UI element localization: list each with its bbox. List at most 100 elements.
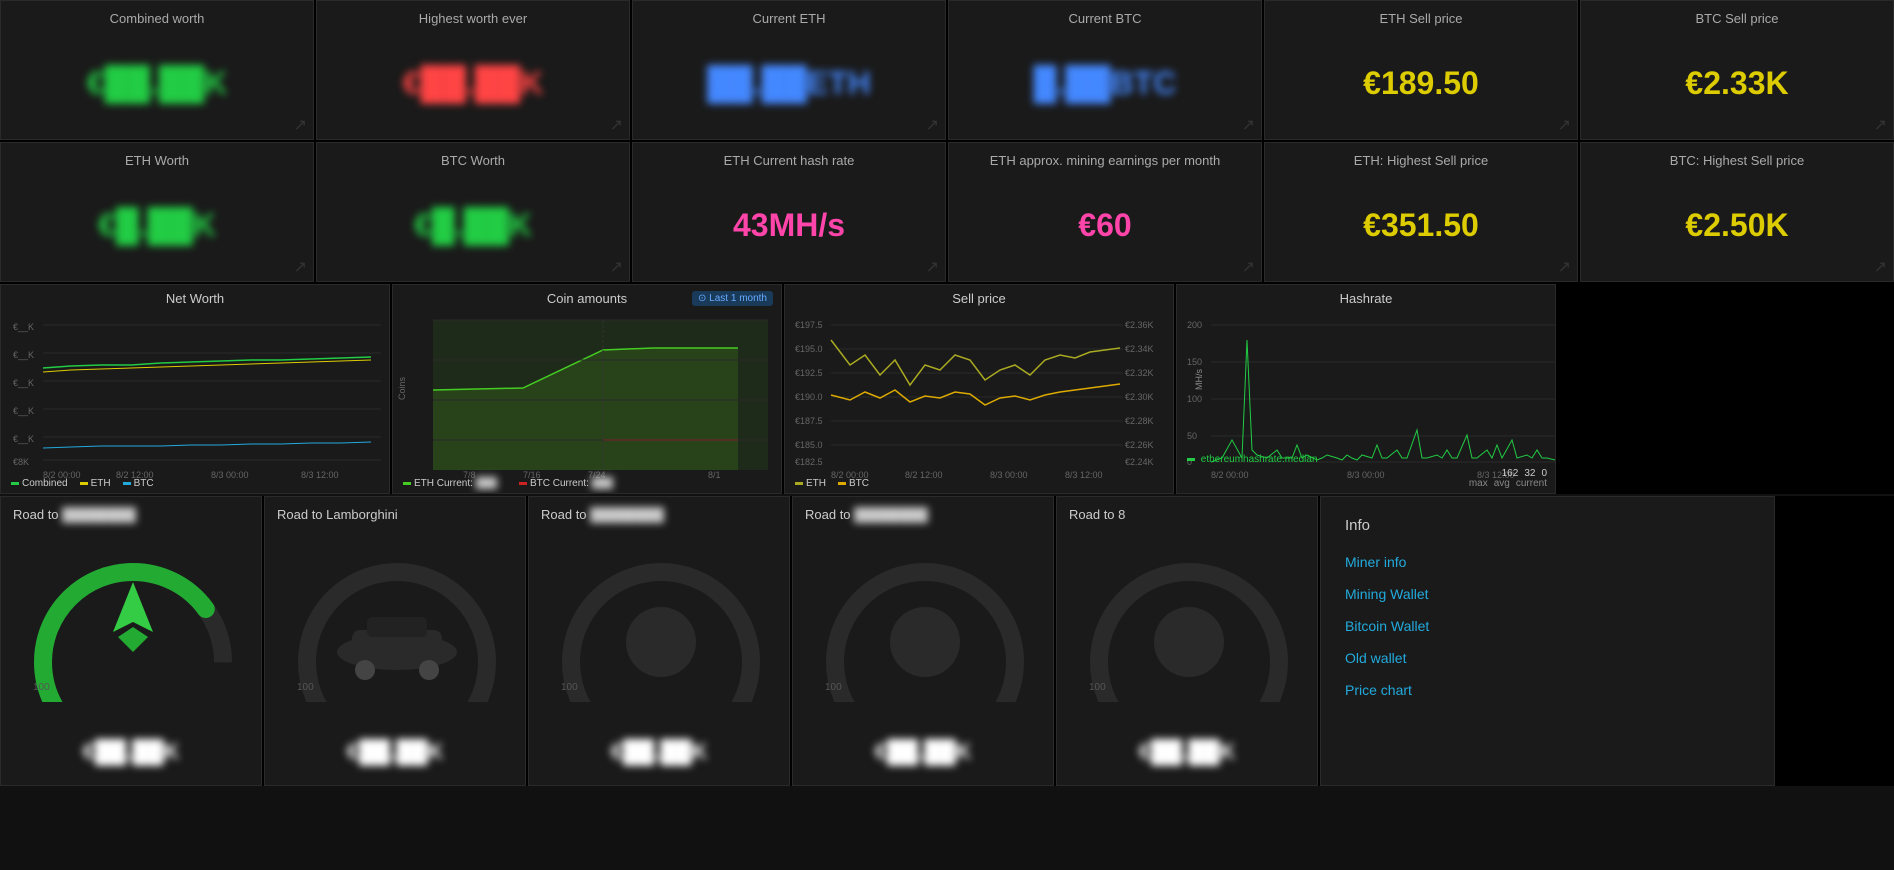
road-card-5: Road to 8 100 €██.██K: [1056, 496, 1318, 786]
svg-text:€__K: €__K: [13, 350, 34, 360]
svg-text:€185.0: €185.0: [795, 440, 823, 450]
corner-arrow: ↗: [1558, 115, 1571, 135]
road-card-4-value: €██.██K: [875, 739, 972, 765]
svg-text:€2.28K: €2.28K: [1125, 416, 1154, 426]
svg-text:€2.34K: €2.34K: [1125, 344, 1154, 354]
coin-amounts-chart: Coin amounts ⊙ Last 1 month Coins 7/8 7/…: [392, 284, 782, 494]
svg-text:8/2 12:00: 8/2 12:00: [905, 470, 943, 480]
highest-worth-title: Highest worth ever: [333, 11, 613, 26]
combined-worth-value: €██.██K: [17, 36, 297, 131]
sell-price-title: Sell price: [795, 291, 1163, 306]
eth-hashrate: ETH Current hash rate43MH/s↗: [632, 142, 946, 282]
eth-hashrate-value: 43MH/s: [649, 178, 929, 273]
eth-worth-title: ETH Worth: [17, 153, 297, 168]
mining-wallet-link[interactable]: Mining Wallet: [1345, 586, 1750, 602]
svg-text:€187.5: €187.5: [795, 416, 823, 426]
corner-arrow: ↗: [1558, 257, 1571, 277]
svg-text:8/3 00:00: 8/3 00:00: [1347, 470, 1385, 480]
net-worth-legend: Combined ETH BTC: [11, 478, 154, 489]
road-card-3-gauge: 100: [541, 542, 777, 702]
svg-text:8/3 12:00: 8/3 12:00: [301, 470, 339, 480]
eth-mining-title: ETH approx. mining earnings per month: [965, 153, 1245, 168]
hashrate-stat-max-val: 162: [1502, 468, 1519, 479]
stats-row2: ETH Worth€█.██K↗BTC Worth€█.██K↗ETH Curr…: [0, 142, 1894, 284]
eth-sell-price: ETH Sell price€189.50↗: [1264, 0, 1578, 140]
bottom-row: Road to ████████ 100 €██.██K Road to Lam…: [0, 496, 1894, 786]
svg-text:8/3 00:00: 8/3 00:00: [990, 470, 1028, 480]
svg-text:100: 100: [297, 682, 314, 693]
sell-price-chart: Sell price €197.5 €195.0 €192.5 €190.0 €…: [784, 284, 1174, 494]
corner-arrow: ↗: [294, 257, 307, 277]
eth-hashrate-title: ETH Current hash rate: [649, 153, 929, 168]
svg-text:€__K: €__K: [13, 378, 34, 388]
btc-sell-price-value: €2.33K: [1597, 36, 1877, 131]
svg-text:€2.26K: €2.26K: [1125, 440, 1154, 450]
road-card-5-title: Road to 8: [1069, 507, 1305, 522]
svg-text:€2.36K: €2.36K: [1125, 320, 1154, 330]
btc-worth-value: €█.██K: [333, 178, 613, 273]
svg-text:€__K: €__K: [13, 406, 34, 416]
svg-text:€197.5: €197.5: [795, 320, 823, 330]
current-btc-title: Current BTC: [965, 11, 1245, 26]
road-card-4: Road to ████████ 100 €██.██K: [792, 496, 1054, 786]
road-card-3: Road to ████████ 100 €██.██K: [528, 496, 790, 786]
highest-worth-value: €██.██K: [333, 36, 613, 131]
svg-text:€__K: €__K: [13, 322, 34, 332]
svg-text:€192.5: €192.5: [795, 368, 823, 378]
hashrate-stat-avg-val: 32: [1524, 468, 1535, 479]
svg-text:100: 100: [33, 682, 50, 693]
svg-text:100: 100: [561, 682, 578, 693]
svg-text:8/3 12:00: 8/3 12:00: [1065, 470, 1103, 480]
svg-text:MH/s: MH/s: [1194, 369, 1204, 390]
svg-text:€182.5: €182.5: [795, 457, 823, 467]
current-btc: Current BTC █.██BTC↗: [948, 0, 1262, 140]
svg-text:50: 50: [1187, 431, 1197, 441]
hashrate-stat-current-val: 0: [1541, 468, 1547, 479]
svg-text:€8K: €8K: [13, 457, 29, 467]
miner-info-link[interactable]: Miner info: [1345, 554, 1750, 570]
current-btc-value: █.██BTC: [965, 36, 1245, 131]
current-eth-title: Current ETH: [649, 11, 929, 26]
current-eth-value: ██.██ETH: [649, 36, 929, 131]
charts-row: Net Worth €__K €__K €__K €__K €__K €8K 8…: [0, 284, 1894, 494]
hashrate-stat-current-label: current: [1516, 478, 1547, 489]
btc-highest-sell: BTC: Highest Sell price €2.50K↗: [1580, 142, 1894, 282]
svg-text:100: 100: [1187, 394, 1202, 404]
eth-highest-sell-title: ETH: Highest Sell price: [1281, 153, 1561, 168]
coin-amounts-badge: ⊙ Last 1 month: [692, 291, 773, 306]
svg-text:200: 200: [1187, 320, 1202, 330]
eth-mining-value: €60: [965, 178, 1245, 273]
sell-price-legend: ETH BTC: [795, 478, 869, 489]
price-chart-link[interactable]: Price chart: [1345, 682, 1750, 698]
road-card-1-value: €██.██K: [83, 739, 180, 765]
road-card-2-title: Road to Lamborghini: [277, 507, 513, 522]
corner-arrow: ↗: [926, 115, 939, 135]
road-card-3-title: Road to ████████: [541, 507, 777, 522]
hashrate-chart: Hashrate 200 150 100 50 0 MH/s 8/2 00:00…: [1176, 284, 1556, 494]
svg-text:€190.0: €190.0: [795, 392, 823, 402]
btc-highest-sell-title: BTC: Highest Sell price: [1597, 153, 1877, 168]
bitcoin-wallet-link[interactable]: Bitcoin Wallet: [1345, 618, 1750, 634]
btc-sell-price: BTC Sell price €2.33K↗: [1580, 0, 1894, 140]
road-card-2: Road to Lamborghini 100 €██.██K: [264, 496, 526, 786]
hashrate-stat-avg-label: avg: [1494, 478, 1510, 489]
road-card-4-gauge: 100: [805, 542, 1041, 702]
corner-arrow: ↗: [1874, 115, 1887, 135]
btc-highest-sell-value: €2.50K: [1597, 178, 1877, 273]
combined-worth-title: Combined worth: [17, 11, 297, 26]
svg-text:8/3 00:00: 8/3 00:00: [211, 470, 249, 480]
info-panel: Info Miner info Mining Wallet Bitcoin Wa…: [1320, 496, 1775, 786]
eth-highest-sell: ETH: Highest Sell price€351.50↗: [1264, 142, 1578, 282]
old-wallet-link[interactable]: Old wallet: [1345, 650, 1750, 666]
btc-sell-price-title: BTC Sell price: [1597, 11, 1877, 26]
svg-text:8/2 00:00: 8/2 00:00: [1211, 470, 1249, 480]
info-title: Info: [1345, 517, 1750, 534]
svg-text:100: 100: [825, 682, 842, 693]
road-card-5-gauge: 100: [1069, 542, 1305, 702]
svg-text:€195.0: €195.0: [795, 344, 823, 354]
coin-amounts-legend: ETH Current: ███ BTC Current: ███: [403, 478, 613, 489]
svg-text:150: 150: [1187, 357, 1202, 367]
svg-text:Coins: Coins: [397, 376, 407, 400]
corner-arrow: ↗: [1874, 257, 1887, 277]
corner-arrow: ↗: [1242, 115, 1255, 135]
